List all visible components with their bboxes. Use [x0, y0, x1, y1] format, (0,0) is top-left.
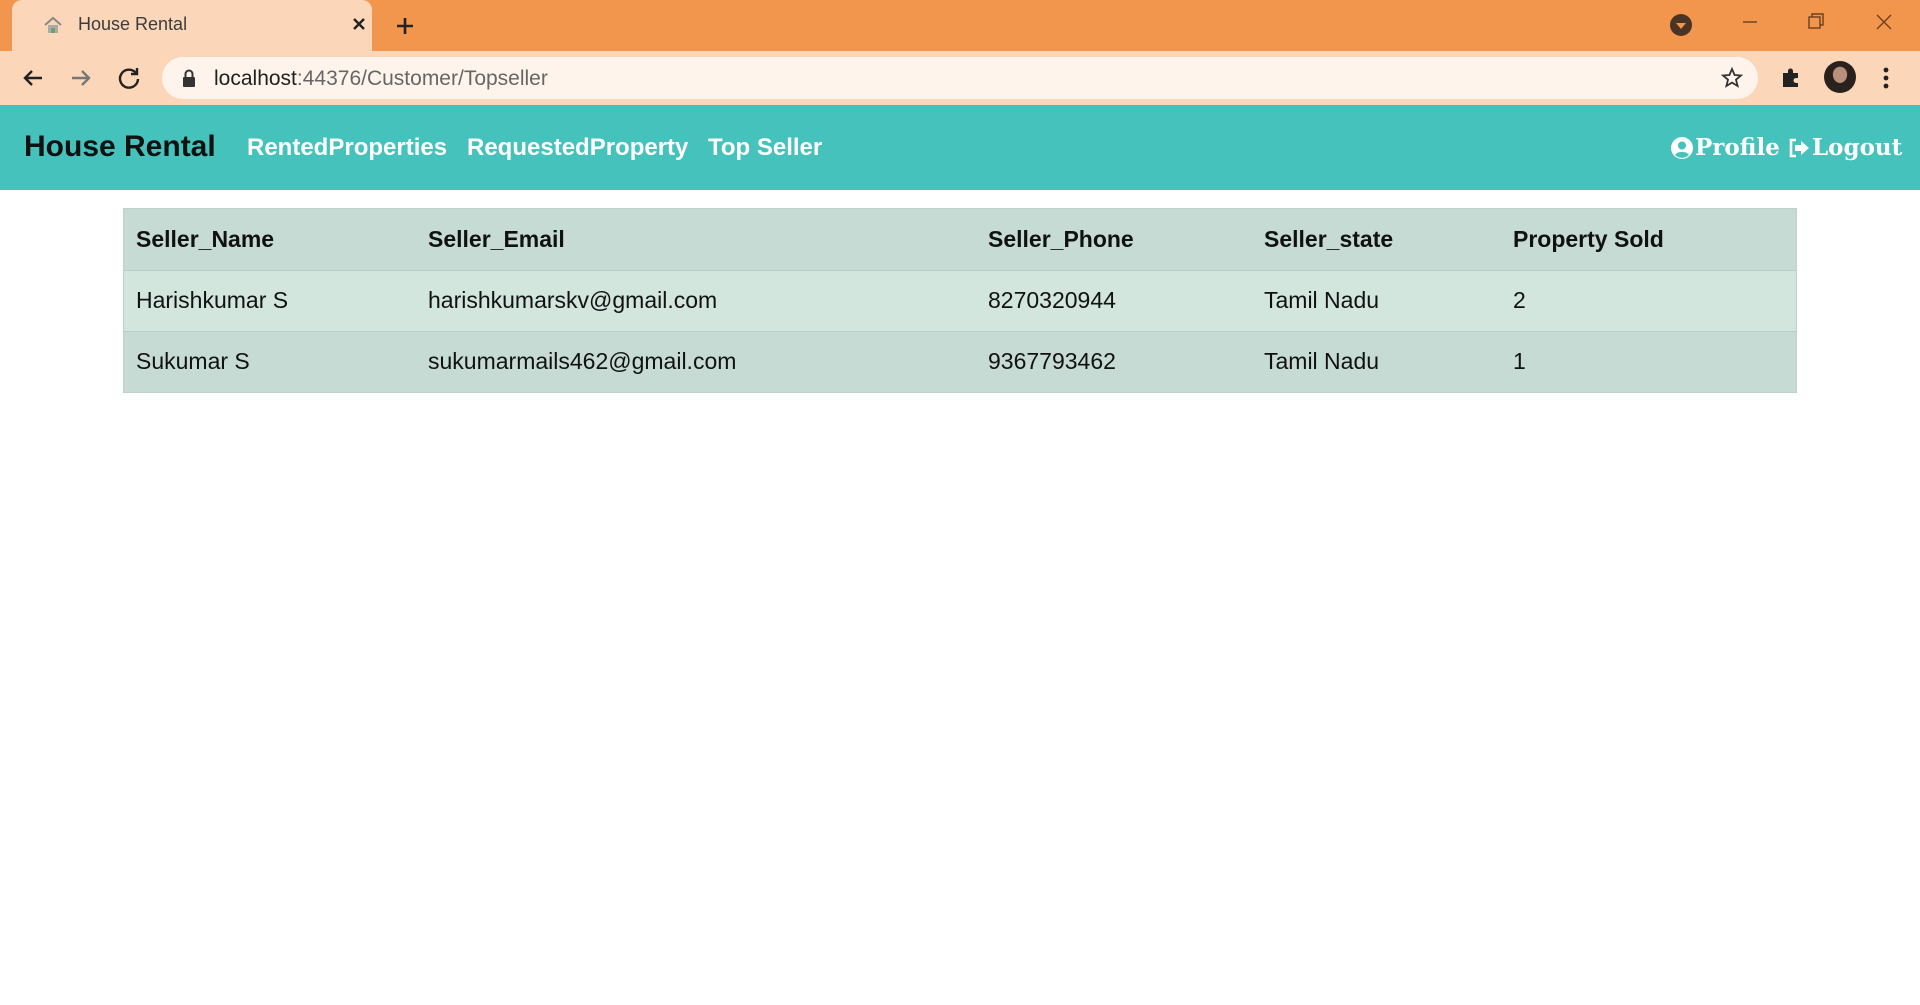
- back-arrow-icon[interactable]: [18, 63, 48, 93]
- url-host: localhost: [214, 67, 297, 90]
- extensions-puzzle-icon[interactable]: [1778, 64, 1804, 90]
- cell-seller-email: harishkumarskv@gmail.com: [416, 270, 976, 332]
- profile-label: Profile: [1695, 134, 1780, 161]
- url-path: :44376/Customer/Topseller: [296, 67, 548, 90]
- app-navbar: House Rental RentedProperties RequestedP…: [0, 105, 1920, 190]
- restore-icon[interactable]: [1802, 8, 1830, 36]
- bookmark-star-icon[interactable]: [1720, 66, 1744, 90]
- nav-requested-property[interactable]: RequestedProperty: [467, 134, 688, 162]
- cell-seller-email: sukumarmails462@gmail.com: [416, 331, 976, 392]
- nav-rented-properties[interactable]: RentedProperties: [247, 134, 447, 162]
- header-property-sold: Property Sold: [1501, 209, 1796, 271]
- reload-icon[interactable]: [114, 63, 144, 93]
- brand-title[interactable]: House Rental: [24, 130, 216, 164]
- browser-toolbar: localhost:44376/Customer/Topseller: [0, 51, 1920, 105]
- browser-menu-icon[interactable]: [1876, 63, 1896, 93]
- lock-icon[interactable]: [180, 68, 198, 88]
- new-tab-icon[interactable]: [390, 11, 420, 41]
- table-row: Sukumar S sukumarmails462@gmail.com 9367…: [124, 331, 1796, 392]
- avatar-face: [1833, 67, 1847, 83]
- sign-out-icon: [1789, 138, 1809, 157]
- forward-arrow-icon[interactable]: [66, 63, 96, 93]
- cell-property-sold: 1: [1501, 331, 1796, 392]
- browser-tabstrip: House Rental: [0, 0, 1920, 51]
- profile-avatar[interactable]: [1824, 61, 1856, 93]
- cell-seller-name: Harishkumar S: [124, 270, 416, 332]
- header-seller-email: Seller_Email: [416, 209, 976, 271]
- cell-seller-phone: 8270320944: [976, 270, 1252, 332]
- url-text: localhost:44376/Customer/Topseller: [214, 67, 548, 91]
- tab-title: House Rental: [78, 14, 188, 34]
- minimize-icon[interactable]: [1736, 8, 1764, 36]
- cell-seller-state: Tamil Nadu: [1252, 270, 1501, 332]
- tab-search-icon[interactable]: [1668, 12, 1694, 38]
- header-seller-name: Seller_Name: [124, 209, 416, 271]
- header-seller-phone: Seller_Phone: [976, 209, 1252, 271]
- table-header-row: Seller_Name Seller_Email Seller_Phone Se…: [124, 209, 1796, 271]
- top-seller-table: Seller_Name Seller_Email Seller_Phone Se…: [123, 208, 1797, 393]
- cell-seller-name: Sukumar S: [124, 331, 416, 392]
- cell-seller-phone: 9367793462: [976, 331, 1252, 392]
- table-row: Harishkumar S harishkumarskv@gmail.com 8…: [124, 270, 1796, 332]
- cell-seller-state: Tamil Nadu: [1252, 331, 1501, 392]
- header-seller-state: Seller_state: [1252, 209, 1501, 271]
- profile-link[interactable]: Profile: [1670, 134, 1780, 161]
- logout-link[interactable]: Logout: [1787, 134, 1902, 161]
- user-circle-icon: [1671, 136, 1693, 159]
- browser-tab[interactable]: House Rental: [12, 0, 372, 51]
- logout-label: Logout: [1812, 134, 1903, 161]
- address-bar[interactable]: localhost:44376/Customer/Topseller: [162, 57, 1758, 99]
- house-favicon-icon: [42, 14, 64, 36]
- cell-property-sold: 2: [1501, 270, 1796, 332]
- window-close-icon[interactable]: [1870, 8, 1898, 36]
- tab-close-icon[interactable]: [346, 11, 372, 37]
- nav-top-seller[interactable]: Top Seller: [708, 134, 822, 162]
